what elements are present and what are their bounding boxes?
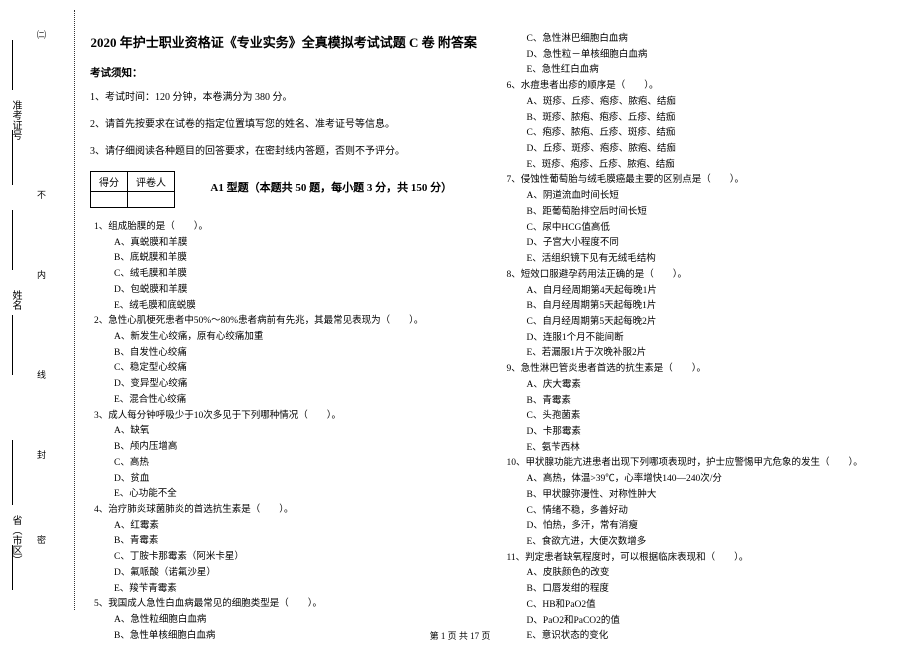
- question-option: A、红霉素: [90, 519, 478, 534]
- question-stem: 5、我国成人急性白血病最常见的细胞类型是（ ）。: [90, 597, 478, 612]
- score-row: 得分 评卷人 A1 型题（本题共 50 题，每小题 3 分，共 150 分）: [90, 171, 478, 214]
- side-line: [12, 545, 13, 590]
- binding-mark: 封: [35, 450, 48, 469]
- question-option: B、口唇发绀的程度: [503, 582, 891, 597]
- question-option: D、怕热，多汗，常有消瘦: [503, 519, 891, 534]
- question-option: C、稳定型心绞痛: [90, 361, 478, 376]
- question-option: E、绒毛膜和底蜕膜: [90, 299, 478, 314]
- question-option: A、斑疹、丘疹、疱疹、脓疱、结痂: [503, 95, 891, 110]
- question-stem: 10、甲状腺功能亢进患者出现下列哪项表现时，护士应警惕甲亢危象的发生（ ）。: [503, 456, 891, 471]
- question-option: E、若漏服1片于次晚补服2片: [503, 346, 891, 361]
- notice-item: 1、考试时间：120 分钟，本卷满分为 380 分。: [90, 90, 478, 105]
- side-line: [12, 210, 13, 270]
- binding-mark: ㈡: [35, 30, 48, 49]
- col1-questions: 1、组成胎膜的是（ ）。A、真蜕膜和羊膜B、底蜕膜和羊膜C、绒毛膜和羊膜D、包蜕…: [90, 220, 478, 643]
- question-option: A、皮肤颜色的改变: [503, 566, 891, 581]
- page-footer: 第 1 页 共 17 页: [0, 629, 920, 642]
- question-option: C、绒毛膜和羊膜: [90, 267, 478, 282]
- question-option: C、急性淋巴细胞白血病: [503, 32, 891, 47]
- question-option: B、底蜕膜和羊膜: [90, 251, 478, 266]
- question-option: C、HB和PaO2值: [503, 598, 891, 613]
- question-option: E、心功能不全: [90, 487, 478, 502]
- question-option: E、食欲亢进，大便次数增多: [503, 535, 891, 550]
- question-stem: 4、治疗肺炎球菌肺炎的首选抗生素是（ ）。: [90, 503, 478, 518]
- question-option: E、急性红白血病: [503, 63, 891, 78]
- notice-header: 考试须知：: [90, 65, 478, 80]
- score-table: 得分 评卷人: [90, 171, 175, 208]
- question-option: B、斑疹、脓疱、疱疹、丘疹、结痂: [503, 111, 891, 126]
- question-option: D、PaO2和PaCO2的值: [503, 614, 891, 629]
- question-option: C、头孢菌素: [503, 409, 891, 424]
- question-option: C、情绪不稳，多善好动: [503, 504, 891, 519]
- binding-column: [25, 10, 75, 610]
- question-option: A、急性粒细胞白血病: [90, 613, 478, 628]
- right-column: C、急性淋巴细胞白血病D、急性粒－单核细胞白血病E、急性红白血病 6、水痘患者出…: [503, 32, 891, 645]
- notice-item: 3、请仔细阅读各种题目的回答要求，在密封线内答题，否则不予评分。: [90, 144, 478, 159]
- binding-mark: 线: [35, 370, 48, 389]
- question-option: D、贫血: [90, 472, 478, 487]
- question-option: D、卡那霉素: [503, 425, 891, 440]
- side-line: [12, 40, 13, 90]
- exam-title: 2020 年护士职业资格证《专业实务》全真模拟考试试题 C 卷 附答案: [90, 32, 478, 51]
- question-option: E、羧苄青霉素: [90, 582, 478, 597]
- question-option: B、青霉素: [90, 534, 478, 549]
- side-line: [12, 440, 13, 505]
- question-option: E、活组织镜下见有无绒毛结构: [503, 252, 891, 267]
- grader-blank: [128, 192, 175, 208]
- question-option: C、疱疹、脓疱、丘疹、斑疹、结痂: [503, 126, 891, 141]
- question-stem: 3、成人每分钟呼吸少于10次多见于下列哪种情况（ ）。: [90, 409, 478, 424]
- score-blank: [91, 192, 128, 208]
- question-option: B、甲状腺弥漫性、对称性肿大: [503, 488, 891, 503]
- side-label-ticket: 准考证号: [8, 100, 23, 140]
- question-option: D、急性粒－单核细胞白血病: [503, 48, 891, 63]
- question-option: A、高热，体温>39℃，心率增快140—240次/分: [503, 472, 891, 487]
- question-option: E、混合性心绞痛: [90, 393, 478, 408]
- question-stem: 7、侵蚀性葡萄胎与绒毛膜癌最主要的区别点是（ ）。: [503, 173, 891, 188]
- question-stem: 2、急性心肌梗死患者中50%～80%患者病前有先兆，其最常见表现为（ ）。: [90, 314, 478, 329]
- side-line: [12, 130, 13, 185]
- question-option: A、真蜕膜和羊膜: [90, 236, 478, 251]
- side-label-province: 省（市区）: [8, 515, 23, 565]
- question-option: D、变异型心绞痛: [90, 377, 478, 392]
- side-line: [12, 315, 13, 375]
- question-option: C、丁胺卡那霉素（阿米卡星）: [90, 550, 478, 565]
- left-column: 2020 年护士职业资格证《专业实务》全真模拟考试试题 C 卷 附答案 考试须知…: [90, 32, 478, 645]
- question-stem: 8、短效口服避孕药用法正确的是（ ）。: [503, 268, 891, 283]
- question-stem: 6、水痘患者出疹的顺序是（ ）。: [503, 79, 891, 94]
- binding-mark: 不: [35, 190, 48, 209]
- question-option: B、颅内压增高: [90, 440, 478, 455]
- question-option: A、自月经周期第4天起每晚1片: [503, 284, 891, 299]
- question-option: D、子宫大小程度不同: [503, 236, 891, 251]
- question-option: E、斑疹、疱疹、丘疹、脓疱、结痂: [503, 158, 891, 173]
- question-option: D、连服1个月不能间断: [503, 331, 891, 346]
- question-stem: 9、急性淋巴管炎患者首选的抗生素是（ ）。: [503, 362, 891, 377]
- question-stem: 11、判定患者缺氧程度时，可以根据临床表现和（ ）。: [503, 551, 891, 566]
- question-option: E、氨苄西林: [503, 441, 891, 456]
- question-option: A、庆大霉素: [503, 378, 891, 393]
- question-option: C、尿中HCG值高低: [503, 221, 891, 236]
- question-option: B、自月经周期第5天起每晚1片: [503, 299, 891, 314]
- question-option: B、自发性心绞痛: [90, 346, 478, 361]
- question-option: B、距葡萄胎排空后时间长短: [503, 205, 891, 220]
- question-option: D、丘疹、斑疹、疱疹、脓疱、结痂: [503, 142, 891, 157]
- question-option: C、高热: [90, 456, 478, 471]
- question-option: A、缺氧: [90, 424, 478, 439]
- col2-continuation: C、急性淋巴细胞白血病D、急性粒－单核细胞白血病E、急性红白血病: [503, 32, 891, 78]
- binding-mark: 密: [35, 535, 48, 554]
- page-content: 2020 年护士职业资格证《专业实务》全真模拟考试试题 C 卷 附答案 考试须知…: [90, 32, 890, 645]
- question-stem: 1、组成胎膜的是（ ）。: [90, 220, 478, 235]
- question-option: D、氟哌酸（诺氟沙星）: [90, 566, 478, 581]
- score-header-score: 得分: [91, 172, 128, 192]
- binding-mark: 内: [35, 270, 48, 289]
- question-option: A、新发生心绞痛，原有心绞痛加重: [90, 330, 478, 345]
- score-header-grader: 评卷人: [128, 172, 175, 192]
- section-title: A1 型题（本题共 50 题，每小题 3 分，共 150 分）: [185, 179, 478, 195]
- question-option: A、阴道流血时间长短: [503, 189, 891, 204]
- question-option: B、青霉素: [503, 394, 891, 409]
- notice-item: 2、请首先按要求在试卷的指定位置填写您的姓名、准考证号等信息。: [90, 117, 478, 132]
- side-label-name: 姓名: [8, 290, 23, 310]
- question-option: C、自月经周期第5天起每晚2片: [503, 315, 891, 330]
- col2-questions: 6、水痘患者出疹的顺序是（ ）。A、斑疹、丘疹、疱疹、脓疱、结痂B、斑疹、脓疱、…: [503, 79, 891, 644]
- question-option: D、包蜕膜和羊膜: [90, 283, 478, 298]
